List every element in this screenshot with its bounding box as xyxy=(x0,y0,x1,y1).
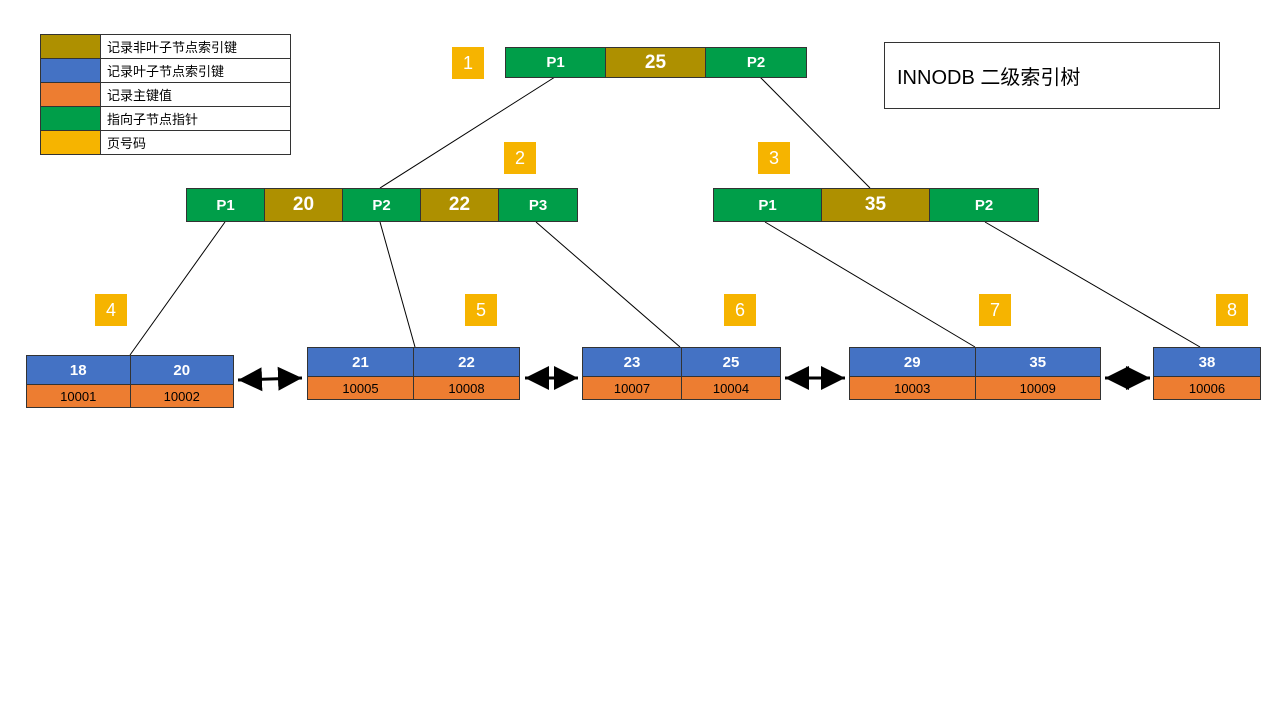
leaf-index-key: 29 xyxy=(850,348,976,376)
legend: 记录非叶子节点索引键记录叶子节点索引键记录主键值指向子节点指针页号码 xyxy=(40,34,291,155)
leaf-node-6: 23251000710004 xyxy=(582,347,781,400)
child-pointer: P3 xyxy=(499,189,577,221)
leaf-index-key: 35 xyxy=(976,348,1101,376)
legend-label: 指向子节点指针 xyxy=(101,107,291,131)
diagram-title: INNODB 二级索引树 xyxy=(884,42,1220,109)
child-pointer: P1 xyxy=(714,189,822,221)
child-pointer: P1 xyxy=(187,189,265,221)
page-badge-6: 6 xyxy=(724,294,756,326)
leaf-node-4: 18201000110002 xyxy=(26,355,234,408)
leaf-primary-key: 10009 xyxy=(976,377,1101,399)
legend-label: 记录非叶子节点索引键 xyxy=(101,35,291,59)
legend-swatch xyxy=(41,107,101,131)
legend-label: 记录主键值 xyxy=(101,83,291,107)
leaf-index-key: 25 xyxy=(682,348,780,376)
leaf-index-key: 23 xyxy=(583,348,682,376)
page-badge-2: 2 xyxy=(504,142,536,174)
internal-node-left: P120P222P3 xyxy=(186,188,578,222)
page-badge-5: 5 xyxy=(465,294,497,326)
leaf-index-key: 38 xyxy=(1154,348,1260,376)
index-key: 22 xyxy=(421,189,499,221)
leaf-primary-key: 10002 xyxy=(131,385,234,407)
leaf-node-8: 3810006 xyxy=(1153,347,1261,400)
root-node: P125P2 xyxy=(505,47,807,78)
page-badge-1: 1 xyxy=(452,47,484,79)
page-badge-7: 7 xyxy=(979,294,1011,326)
leaf-index-key: 20 xyxy=(131,356,234,384)
legend-swatch xyxy=(41,59,101,83)
leaf-index-key: 21 xyxy=(308,348,414,376)
leaf-primary-key: 10007 xyxy=(583,377,682,399)
index-key: 20 xyxy=(265,189,343,221)
leaf-index-key: 18 xyxy=(27,356,131,384)
leaf-primary-key: 10003 xyxy=(850,377,976,399)
index-key: 35 xyxy=(822,189,930,221)
legend-swatch xyxy=(41,83,101,107)
leaf-primary-key: 10006 xyxy=(1154,377,1260,399)
leaf-primary-key: 10008 xyxy=(414,377,519,399)
leaf-primary-key: 10001 xyxy=(27,385,131,407)
leaf-primary-key: 10004 xyxy=(682,377,780,399)
leaf-node-5: 21221000510008 xyxy=(307,347,520,400)
legend-swatch xyxy=(41,35,101,59)
legend-label: 记录叶子节点索引键 xyxy=(101,59,291,83)
leaf-node-7: 29351000310009 xyxy=(849,347,1101,400)
leaf-primary-key: 10005 xyxy=(308,377,414,399)
index-key: 25 xyxy=(606,48,706,77)
legend-swatch xyxy=(41,131,101,155)
page-badge-8: 8 xyxy=(1216,294,1248,326)
leaf-index-key: 22 xyxy=(414,348,519,376)
legend-label: 页号码 xyxy=(101,131,291,155)
child-pointer: P2 xyxy=(930,189,1038,221)
child-pointer: P2 xyxy=(706,48,806,77)
internal-node-right: P135P2 xyxy=(713,188,1039,222)
child-pointer: P1 xyxy=(506,48,606,77)
page-badge-4: 4 xyxy=(95,294,127,326)
page-badge-3: 3 xyxy=(758,142,790,174)
child-pointer: P2 xyxy=(343,189,421,221)
